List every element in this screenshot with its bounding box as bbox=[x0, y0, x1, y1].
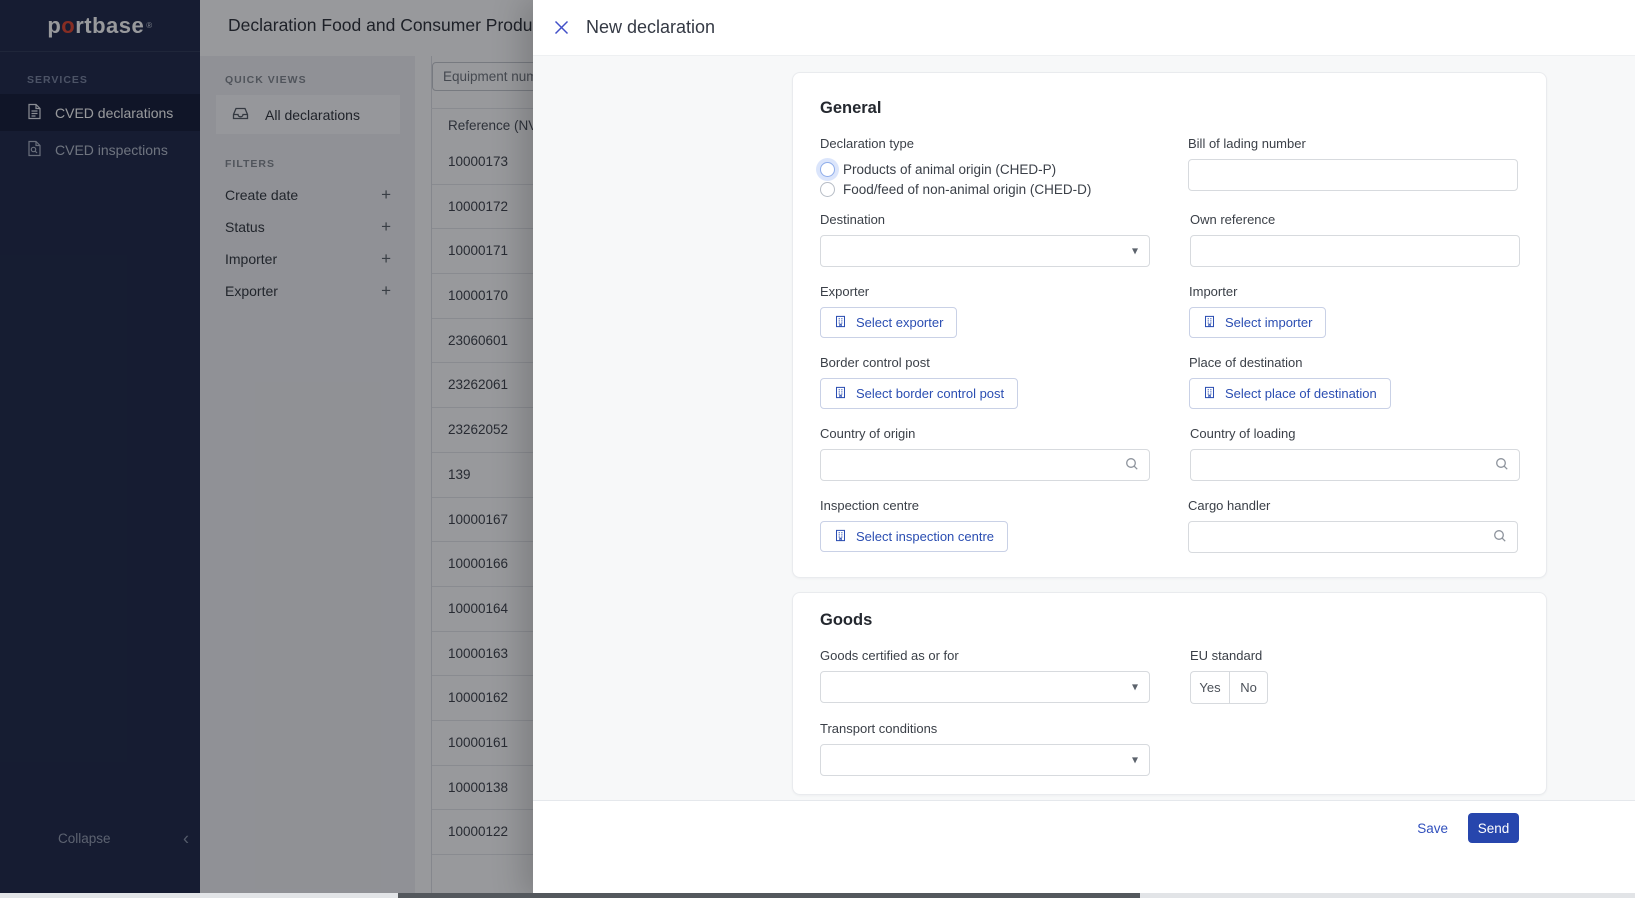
eu-standard-yes-button[interactable]: Yes bbox=[1190, 671, 1229, 704]
save-button[interactable]: Save bbox=[1417, 821, 1448, 836]
new-declaration-drawer: New declaration General Declaration type… bbox=[533, 0, 1635, 898]
place-of-destination-label: Place of destination bbox=[1189, 355, 1303, 370]
radio-label: Products of animal origin (CHED-P) bbox=[843, 161, 1057, 177]
chevron-down-icon: ▾ bbox=[1131, 243, 1138, 258]
select-place-of-destination-label: Select place of destination bbox=[1225, 386, 1377, 401]
country-of-origin-label: Country of origin bbox=[820, 426, 916, 441]
general-heading: General bbox=[820, 99, 882, 117]
select-exporter-button[interactable]: Select exporter bbox=[820, 307, 958, 338]
bill-of-lading-label: Bill of lading number bbox=[1188, 136, 1306, 151]
building-icon bbox=[834, 529, 847, 545]
drawer-title: New declaration bbox=[586, 17, 716, 37]
send-button[interactable]: Send bbox=[1468, 813, 1519, 843]
eu-standard-toggle: Yes No bbox=[1190, 671, 1268, 704]
own-reference-label: Own reference bbox=[1190, 212, 1276, 227]
radio-label: Food/feed of non-animal origin (CHED-D) bbox=[843, 181, 1092, 197]
drawer-footer: Save Send bbox=[533, 800, 1635, 898]
eu-standard-no-button[interactable]: No bbox=[1229, 671, 1268, 704]
transport-conditions-label: Transport conditions bbox=[820, 721, 938, 736]
eu-standard-label: EU standard bbox=[1190, 648, 1263, 663]
search-icon bbox=[1124, 456, 1140, 477]
select-importer-button[interactable]: Select importer bbox=[1189, 307, 1327, 338]
goods-certified-select[interactable]: ▾ bbox=[820, 671, 1150, 703]
radio-option-chedp[interactable]: Products of animal origin (CHED-P) bbox=[820, 159, 1148, 179]
importer-label: Importer bbox=[1189, 284, 1238, 299]
radio-option-chedd[interactable]: Food/feed of non-animal origin (CHED-D) bbox=[820, 179, 1148, 199]
goods-section: Goods Goods certified as or for ▾ EU sta… bbox=[792, 592, 1547, 795]
general-section: General Declaration type Products of ani… bbox=[792, 72, 1547, 578]
building-icon bbox=[1203, 315, 1216, 331]
exporter-label: Exporter bbox=[820, 284, 870, 299]
country-of-loading-input[interactable] bbox=[1190, 449, 1520, 481]
chevron-down-icon: ▾ bbox=[1131, 679, 1138, 694]
border-control-post-label: Border control post bbox=[820, 355, 930, 370]
page: portbase ® SERVICES CVED declarations CVE… bbox=[0, 0, 1635, 898]
destination-label: Destination bbox=[820, 212, 886, 227]
radio-icon[interactable] bbox=[820, 181, 835, 197]
building-icon bbox=[834, 315, 847, 331]
transport-conditions-select[interactable]: ▾ bbox=[820, 744, 1150, 776]
country-of-origin-input[interactable] bbox=[820, 449, 1150, 481]
inspection-centre-label: Inspection centre bbox=[820, 498, 920, 513]
close-icon[interactable] bbox=[552, 19, 570, 37]
search-icon bbox=[1494, 456, 1510, 477]
goods-certified-label: Goods certified as or for bbox=[820, 648, 959, 663]
goods-heading: Goods bbox=[820, 611, 873, 629]
select-exporter-label: Select exporter bbox=[856, 315, 944, 330]
building-icon bbox=[834, 386, 847, 402]
chevron-down-icon: ▾ bbox=[1131, 752, 1138, 767]
cargo-handler-label: Cargo handler bbox=[1188, 498, 1271, 513]
country-of-loading-label: Country of loading bbox=[1190, 426, 1296, 441]
select-inspection-centre-button[interactable]: Select inspection centre bbox=[820, 521, 1009, 552]
search-icon bbox=[1492, 528, 1508, 549]
drawer-header: New declaration bbox=[533, 0, 1635, 56]
destination-select[interactable]: ▾ bbox=[820, 235, 1150, 267]
select-place-of-destination-button[interactable]: Select place of destination bbox=[1189, 378, 1391, 409]
select-importer-label: Select importer bbox=[1225, 315, 1313, 330]
select-border-control-post-label: Select border control post bbox=[856, 386, 1005, 401]
select-border-control-post-button[interactable]: Select border control post bbox=[820, 378, 1019, 409]
scrollbar-thumb[interactable] bbox=[398, 893, 1140, 898]
declaration-type-label: Declaration type bbox=[820, 136, 914, 151]
cargo-handler-input[interactable] bbox=[1188, 521, 1518, 553]
building-icon bbox=[1203, 386, 1216, 402]
own-reference-input[interactable] bbox=[1190, 235, 1520, 267]
horizontal-scrollbar[interactable] bbox=[0, 893, 1635, 898]
bill-of-lading-input[interactable] bbox=[1188, 159, 1518, 191]
select-inspection-centre-label: Select inspection centre bbox=[856, 529, 995, 544]
radio-icon[interactable] bbox=[820, 161, 835, 177]
